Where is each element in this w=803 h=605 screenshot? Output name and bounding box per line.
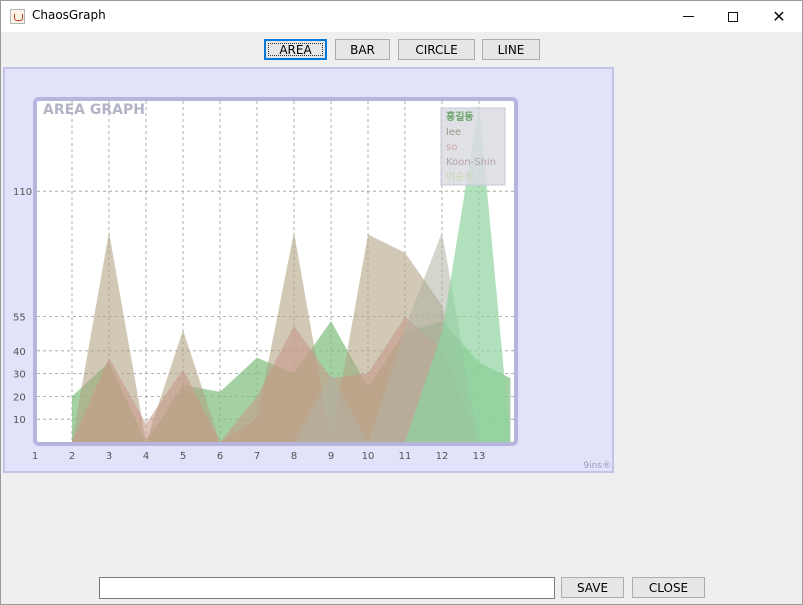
- y-tick-label: 55: [13, 313, 26, 324]
- window-title: ChaosGraph: [32, 8, 106, 22]
- close-icon: ✕: [772, 6, 786, 26]
- legend-entry: Koon-Shin: [446, 157, 496, 168]
- filename-input[interactable]: [99, 577, 555, 599]
- circle-graph-button[interactable]: CIRCLE: [398, 39, 475, 60]
- legend-entry: lee: [446, 127, 461, 138]
- x-tick-label: 1: [32, 451, 38, 462]
- bar-graph-button[interactable]: BAR: [335, 39, 390, 60]
- x-tick-label: 10: [362, 451, 375, 462]
- maximize-icon: [728, 11, 738, 22]
- save-button[interactable]: SAVE: [561, 577, 624, 598]
- x-tick-label: 8: [291, 451, 297, 462]
- app-window: ChaosGraph ✕ AREA BAR CIRCLE LINE 10 20 30…: [0, 0, 803, 605]
- x-tick-label: 9: [328, 451, 334, 462]
- y-tick-label: 30: [13, 370, 26, 381]
- y-tick-label: 40: [13, 347, 26, 358]
- maximize-button[interactable]: [710, 1, 756, 32]
- close-window-button[interactable]: ✕: [756, 1, 802, 32]
- x-tick-label: 2: [69, 451, 75, 462]
- legend-entry: 이순신: [446, 171, 474, 183]
- x-tick-label: 6: [217, 451, 223, 462]
- minimize-button[interactable]: [665, 1, 711, 32]
- legend-entry: so: [446, 142, 457, 153]
- x-tick-label: 12: [436, 451, 449, 462]
- close-button[interactable]: CLOSE: [632, 577, 705, 598]
- x-tick-label: 13: [473, 451, 486, 462]
- y-tick-label: 110: [13, 187, 32, 198]
- x-tick-label: 11: [399, 451, 412, 462]
- chart-panel: 10 20 30 40 55 110 1 2 3 4 5 6 7 8 9 10 11 12 13 AREA GRAPH…: [3, 67, 614, 473]
- y-tick-label: 10: [13, 415, 26, 426]
- java-cup-icon: [10, 9, 25, 24]
- watermark-label: 9ins®: [583, 461, 611, 471]
- line-graph-button[interactable]: LINE: [482, 39, 540, 60]
- y-tick-label: 20: [13, 392, 26, 403]
- legend-entry: 홍길동: [446, 110, 474, 123]
- x-tick-label: 4: [143, 451, 149, 462]
- area-chart: 10203040551101 2 3 4 5 6 7 8 9 10 11 12 13AREA GRAPH…: [13, 97, 611, 471]
- minimize-icon: [682, 16, 694, 17]
- x-tick-label: 3: [106, 451, 112, 462]
- chart-title: AREA GRAPH: [43, 102, 145, 118]
- x-tick-label: 7: [254, 451, 260, 462]
- area-graph-button[interactable]: AREA: [264, 39, 327, 60]
- x-tick-label: 5: [180, 451, 186, 462]
- title-bar: ChaosGraph ✕: [1, 1, 802, 32]
